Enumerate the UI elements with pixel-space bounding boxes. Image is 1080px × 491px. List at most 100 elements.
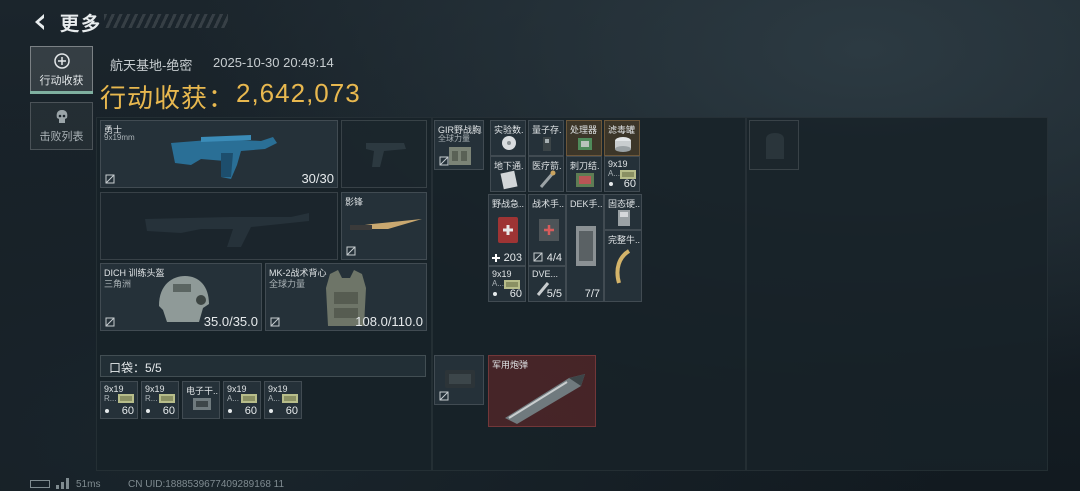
rig-item[interactable]: 实验数...	[490, 120, 526, 156]
tab-loot-label: 行动收获	[39, 74, 84, 87]
backpack-item[interactable]: 固态硬...	[604, 194, 642, 230]
chest-rig-slot[interactable]: GIR野战胸... 全球力量	[434, 120, 484, 170]
secondary-weapon-slot[interactable]	[100, 192, 338, 260]
helmet-slot[interactable]: DICH 训练头盔 三角洲 35.0/35.0	[100, 263, 262, 331]
chest-rig-icon	[449, 147, 471, 165]
skull-icon	[56, 109, 67, 123]
tag-icon	[270, 317, 280, 327]
quantum-storage-icon	[543, 137, 551, 151]
rifle-icon	[171, 135, 277, 179]
medical-arrow-icon	[539, 170, 556, 188]
loot-icon	[53, 52, 70, 69]
loot-value: 2,642,073	[236, 78, 361, 108]
signal-icon	[56, 478, 69, 489]
item-count: 4/4	[546, 252, 562, 264]
ammo-box-icon	[241, 394, 257, 403]
rig-item[interactable]: 滤毒罐	[604, 120, 640, 156]
case-slot[interactable]	[434, 355, 484, 405]
item-count: 203	[503, 252, 522, 264]
primary-weapon-ammo: 30/30	[301, 171, 334, 186]
pocket-item[interactable]: 9x19 R... 60	[100, 381, 138, 419]
bayonet-kit-icon	[576, 173, 594, 187]
title-decoration	[104, 14, 228, 28]
pocket-item[interactable]: 电子干...	[182, 381, 220, 419]
back-arrow-icon	[35, 14, 44, 30]
pocket-label: 口袋：5/5	[109, 361, 162, 375]
primary-weapon-caliber: 9x19mm	[104, 133, 135, 142]
tab-kill-list[interactable]: 击败列表	[30, 102, 93, 150]
rig-item[interactable]: 刺刀结...	[566, 156, 602, 192]
electronic-device-icon	[193, 398, 211, 410]
pocket-item[interactable]: 9x19 R... 60	[141, 381, 179, 419]
item-name: 完整牛...	[608, 235, 640, 245]
item-count: 60	[623, 178, 636, 190]
rig-item[interactable]: 9x19 A... 60	[604, 156, 640, 192]
artillery-shell-icon	[505, 374, 585, 424]
primary-weapon-slot[interactable]: 勇士 9x19mm 30/30	[100, 120, 338, 188]
rifle-silhouette-icon	[145, 213, 309, 247]
item-sub: A...	[227, 394, 240, 403]
item-count: 5/5	[546, 288, 562, 300]
ammo-box-icon	[282, 394, 298, 403]
tactical-kit-icon	[539, 219, 559, 241]
armor-slot[interactable]: MK-2战术背心 全球力量 108.0/110.0	[265, 263, 427, 331]
rig-item[interactable]: 处理器	[566, 120, 602, 156]
knife-icon	[350, 219, 422, 230]
tab-loot[interactable]: 行动收获	[30, 46, 93, 94]
tag-icon	[439, 156, 449, 166]
pistol-icon	[366, 143, 406, 167]
first-aid-kit-icon	[498, 217, 518, 243]
item-count: 60	[509, 288, 522, 300]
item-sub: A...	[268, 394, 281, 403]
melee-slot[interactable]: 影锋	[341, 192, 427, 260]
helmet-durability: 35.0/35.0	[203, 314, 258, 329]
melee-name: 影锋	[345, 197, 364, 207]
tunnel-map-icon	[500, 170, 518, 190]
rig-item[interactable]: 量子存...	[528, 120, 564, 156]
bullet-dot	[105, 409, 109, 413]
tag-icon	[533, 252, 543, 262]
item-name: DEK手...	[570, 199, 602, 209]
ssd-icon	[618, 210, 630, 226]
page-title: 更多	[60, 14, 103, 35]
ping-text: 51ms	[76, 479, 101, 490]
rig-item[interactable]: 医疗箭...	[528, 156, 564, 192]
plus-icon	[492, 254, 500, 262]
tag-icon	[105, 174, 115, 184]
pocket-item[interactable]: 9x19 A... 60	[223, 381, 261, 419]
filter-canister-icon	[615, 137, 631, 152]
backpack-item[interactable]: 野战急... 203	[488, 194, 526, 266]
back-button[interactable]	[28, 10, 52, 34]
backpack-item[interactable]: 战术手... 4/4	[528, 194, 566, 266]
bullet-dot	[609, 182, 613, 186]
backpack-slot[interactable]	[749, 120, 799, 170]
pocket-item[interactable]: 9x19 A... 60	[264, 381, 302, 419]
item-count: 60	[121, 405, 134, 417]
backpack-icon	[766, 133, 784, 159]
armor-durability: 108.0/110.0	[355, 314, 423, 329]
tactical-case-icon	[576, 226, 596, 266]
backpack-item[interactable]: DEK手... 7/7	[566, 194, 604, 302]
bullet-dot	[228, 409, 232, 413]
item-sub: R...	[145, 394, 158, 403]
item-sub: R...	[104, 394, 117, 403]
shell-slot[interactable]: 军用炮弹	[488, 355, 596, 427]
map-name: 航天基地-绝密	[110, 58, 193, 73]
rig-item[interactable]: 地下通...	[490, 156, 526, 192]
item-count: 7/7	[584, 288, 600, 300]
processor-icon	[578, 138, 592, 150]
backpack-item[interactable]: 完整牛...	[604, 230, 642, 302]
backpack-item[interactable]: 9x19 A... 60	[488, 266, 526, 302]
armor-faction: 全球力量	[269, 279, 306, 289]
tag-icon	[439, 391, 449, 401]
sidearm-slot[interactable]	[341, 120, 427, 188]
helmet-faction: 三角洲	[104, 279, 132, 289]
loot-label: 行动收获：	[100, 83, 236, 113]
backpack-item[interactable]: DVE... 5/5	[528, 266, 566, 302]
hard-case-icon	[445, 370, 475, 388]
bullet-dot	[146, 409, 150, 413]
bullet-dot	[269, 409, 273, 413]
pocket-header: 口袋：5/5	[100, 355, 426, 377]
uid-text: CN UID:1888539677409289168 11	[128, 479, 285, 490]
item-name: DVE...	[532, 269, 559, 279]
